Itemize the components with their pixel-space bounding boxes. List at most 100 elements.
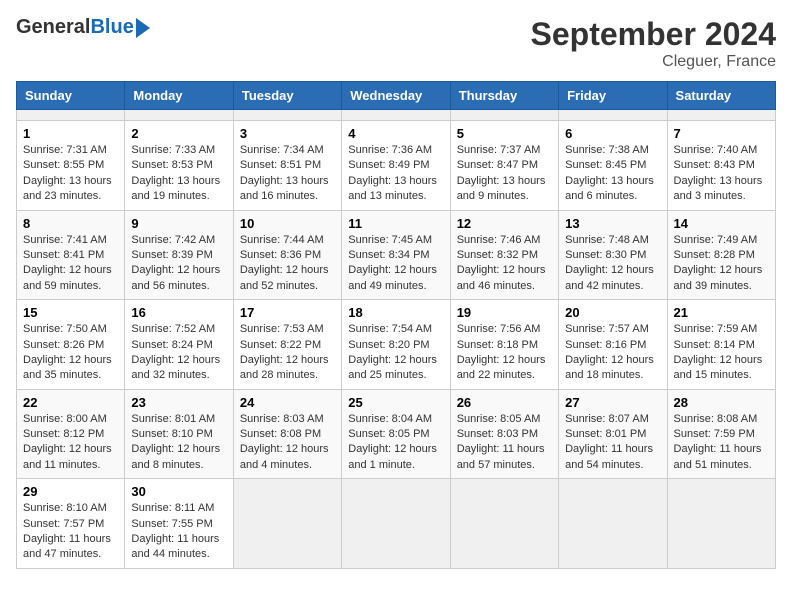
day-number: 14	[674, 216, 769, 231]
day-info: Sunrise: 8:10 AM Sunset: 7:57 PM Dayligh…	[23, 501, 118, 563]
calendar-cell	[559, 479, 667, 569]
day-number: 8	[23, 216, 118, 231]
day-number: 2	[131, 126, 226, 141]
day-info: Sunrise: 7:46 AM Sunset: 8:32 PM Dayligh…	[457, 233, 552, 295]
calendar-week-row: 22Sunrise: 8:00 AM Sunset: 8:12 PM Dayli…	[17, 389, 776, 479]
day-number: 4	[348, 126, 443, 141]
calendar-cell: 1Sunrise: 7:31 AM Sunset: 8:55 PM Daylig…	[17, 121, 125, 211]
calendar-cell: 22Sunrise: 8:00 AM Sunset: 8:12 PM Dayli…	[17, 389, 125, 479]
calendar-cell: 10Sunrise: 7:44 AM Sunset: 8:36 PM Dayli…	[233, 210, 341, 300]
day-info: Sunrise: 7:44 AM Sunset: 8:36 PM Dayligh…	[240, 233, 335, 295]
day-number: 11	[348, 216, 443, 231]
day-number: 28	[674, 395, 769, 410]
calendar-table: SundayMondayTuesdayWednesdayThursdayFrid…	[16, 81, 776, 569]
calendar-cell: 14Sunrise: 7:49 AM Sunset: 8:28 PM Dayli…	[667, 210, 775, 300]
day-info: Sunrise: 7:40 AM Sunset: 8:43 PM Dayligh…	[674, 143, 769, 205]
calendar-cell: 21 Sunrise: 7:59 AM Sunset: 8:14 PM Dayli…	[667, 300, 775, 390]
calendar-cell	[342, 110, 450, 121]
calendar-cell: 23 Sunrise: 8:01 AM Sunset: 8:10 PM Dayli…	[125, 389, 233, 479]
day-number: 26	[457, 395, 552, 410]
weekday-header-wednesday: Wednesday	[342, 82, 450, 110]
day-info: Sunrise: 7:54 AM Sunset: 8:20 PM Dayligh…	[348, 322, 443, 384]
calendar-cell	[667, 479, 775, 569]
calendar-cell: 2Sunrise: 7:33 AM Sunset: 8:53 PM Daylig…	[125, 121, 233, 211]
day-number: 19	[457, 305, 552, 320]
calendar-week-row: 15 Sunrise: 7:50 AM Sunset: 8:26 PM Dayli…	[17, 300, 776, 390]
calendar-week-row: 8 Sunrise: 7:41 AM Sunset: 8:41 PM Daylig…	[17, 210, 776, 300]
day-info: Sunrise: 8:04 AM Sunset: 8:05 PM Dayligh…	[348, 412, 443, 474]
day-number: 29	[23, 484, 118, 499]
day-number: 20	[565, 305, 660, 320]
day-number: 3	[240, 126, 335, 141]
calendar-cell	[450, 479, 558, 569]
weekday-header-sunday: Sunday	[17, 82, 125, 110]
calendar-cell: 28Sunrise: 8:08 AM Sunset: 7:59 PM Dayli…	[667, 389, 775, 479]
calendar-cell: 15 Sunrise: 7:50 AM Sunset: 8:26 PM Dayli…	[17, 300, 125, 390]
calendar-cell: 13Sunrise: 7:48 AM Sunset: 8:30 PM Dayli…	[559, 210, 667, 300]
day-info: Sunrise: 7:57 AM Sunset: 8:16 PM Dayligh…	[565, 322, 660, 384]
calendar-cell	[559, 110, 667, 121]
day-info: Sunrise: 7:42 AM Sunset: 8:39 PM Dayligh…	[131, 233, 226, 295]
calendar-cell: 3 Sunrise: 7:34 AM Sunset: 8:51 PM Daylig…	[233, 121, 341, 211]
day-info: Sunrise: 8:07 AM Sunset: 8:01 PM Dayligh…	[565, 412, 660, 474]
day-number: 18	[348, 305, 443, 320]
calendar-cell: 6 Sunrise: 7:38 AM Sunset: 8:45 PM Daylig…	[559, 121, 667, 211]
weekday-header-tuesday: Tuesday	[233, 82, 341, 110]
day-number: 21	[674, 305, 769, 320]
day-info: Sunrise: 7:41 AM Sunset: 8:41 PM Dayligh…	[23, 233, 118, 295]
location-text: Cleguer, France	[531, 53, 776, 71]
calendar-cell: 9Sunrise: 7:42 AM Sunset: 8:39 PM Daylig…	[125, 210, 233, 300]
calendar-cell	[450, 110, 558, 121]
calendar-cell: 25 Sunrise: 8:04 AM Sunset: 8:05 PM Dayli…	[342, 389, 450, 479]
page-header: General Blue September 2024 Cleguer, Fra…	[16, 16, 776, 71]
day-info: Sunrise: 7:31 AM Sunset: 8:55 PM Dayligh…	[23, 143, 118, 205]
calendar-cell	[233, 479, 341, 569]
day-number: 25	[348, 395, 443, 410]
day-number: 15	[23, 305, 118, 320]
day-info: Sunrise: 7:59 AM Sunset: 8:14 PM Dayligh…	[674, 322, 769, 384]
day-info: Sunrise: 7:50 AM Sunset: 8:26 PM Dayligh…	[23, 322, 118, 384]
day-number: 6	[565, 126, 660, 141]
weekday-header-friday: Friday	[559, 82, 667, 110]
logo-arrow-icon	[136, 18, 150, 38]
calendar-cell: 8 Sunrise: 7:41 AM Sunset: 8:41 PM Daylig…	[17, 210, 125, 300]
day-info: Sunrise: 7:53 AM Sunset: 8:22 PM Dayligh…	[240, 322, 335, 384]
weekday-header-thursday: Thursday	[450, 82, 558, 110]
day-number: 30	[131, 484, 226, 499]
calendar-cell: 26Sunrise: 8:05 AM Sunset: 8:03 PM Dayli…	[450, 389, 558, 479]
day-info: Sunrise: 7:56 AM Sunset: 8:18 PM Dayligh…	[457, 322, 552, 384]
day-number: 16	[131, 305, 226, 320]
calendar-cell: 16Sunrise: 7:52 AM Sunset: 8:24 PM Dayli…	[125, 300, 233, 390]
calendar-cell	[667, 110, 775, 121]
calendar-cell: 17Sunrise: 7:53 AM Sunset: 8:22 PM Dayli…	[233, 300, 341, 390]
month-title: September 2024	[531, 16, 776, 53]
calendar-cell: 19 Sunrise: 7:56 AM Sunset: 8:18 PM Dayli…	[450, 300, 558, 390]
calendar-week-row: 29 Sunrise: 8:10 AM Sunset: 7:57 PM Dayli…	[17, 479, 776, 569]
calendar-cell: 30 Sunrise: 8:11 AM Sunset: 7:55 PM Dayli…	[125, 479, 233, 569]
logo-general-text: General	[16, 16, 90, 39]
calendar-cell: 27 Sunrise: 8:07 AM Sunset: 8:01 PM Dayli…	[559, 389, 667, 479]
day-number: 23	[131, 395, 226, 410]
day-number: 13	[565, 216, 660, 231]
calendar-cell: 11Sunrise: 7:45 AM Sunset: 8:34 PM Dayli…	[342, 210, 450, 300]
day-info: Sunrise: 8:11 AM Sunset: 7:55 PM Dayligh…	[131, 501, 226, 563]
calendar-header-row: SundayMondayTuesdayWednesdayThursdayFrid…	[17, 82, 776, 110]
day-number: 5	[457, 126, 552, 141]
calendar-week-row: 1Sunrise: 7:31 AM Sunset: 8:55 PM Daylig…	[17, 121, 776, 211]
calendar-cell: 29 Sunrise: 8:10 AM Sunset: 7:57 PM Dayli…	[17, 479, 125, 569]
weekday-header-saturday: Saturday	[667, 82, 775, 110]
day-info: Sunrise: 8:03 AM Sunset: 8:08 PM Dayligh…	[240, 412, 335, 474]
calendar-cell: 24Sunrise: 8:03 AM Sunset: 8:08 PM Dayli…	[233, 389, 341, 479]
calendar-cell	[342, 479, 450, 569]
day-info: Sunrise: 7:34 AM Sunset: 8:51 PM Dayligh…	[240, 143, 335, 205]
day-info: Sunrise: 8:00 AM Sunset: 8:12 PM Dayligh…	[23, 412, 118, 474]
calendar-cell: 18 Sunrise: 7:54 AM Sunset: 8:20 PM Dayli…	[342, 300, 450, 390]
day-number: 27	[565, 395, 660, 410]
day-info: Sunrise: 8:01 AM Sunset: 8:10 PM Dayligh…	[131, 412, 226, 474]
day-number: 12	[457, 216, 552, 231]
day-info: Sunrise: 7:38 AM Sunset: 8:45 PM Dayligh…	[565, 143, 660, 205]
title-section: September 2024 Cleguer, France	[531, 16, 776, 71]
calendar-cell: 12 Sunrise: 7:46 AM Sunset: 8:32 PM Dayli…	[450, 210, 558, 300]
calendar-cell	[125, 110, 233, 121]
logo-blue-text: Blue	[90, 16, 133, 39]
